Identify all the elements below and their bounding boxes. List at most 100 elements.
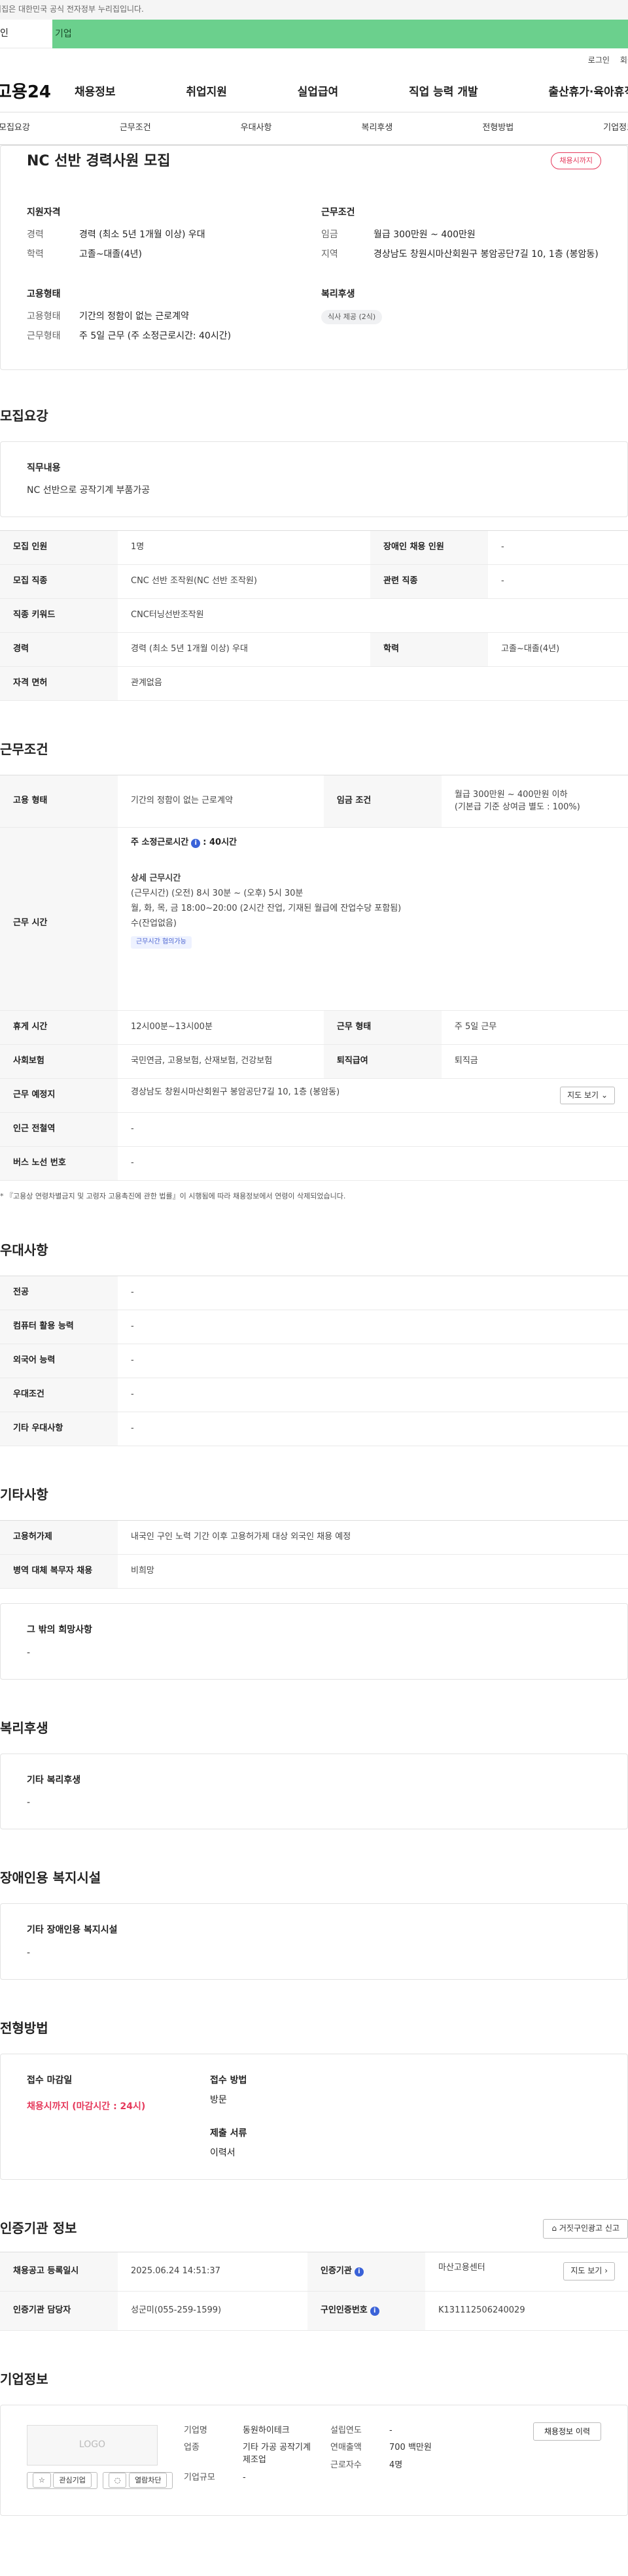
table-row: 직종 키워드 CNC터닝선반조작원 bbox=[0, 598, 628, 634]
utility-links: 로그인 회원 bbox=[0, 48, 628, 73]
age-footnote: * 『고용상 연령차별금지 및 고령자 고용촉진에 관한 법률』이 시행됨에 따… bbox=[0, 1192, 346, 1201]
report-fake-ad-button[interactable]: ⌂ 거짓구인광고 신고 bbox=[543, 2219, 628, 2239]
gnb-item-skills[interactable]: 직업 능력 개발 bbox=[409, 84, 478, 101]
detail-hours-line: 월, 화, 목, 금 18:00~20:00 (2시간 잔업, 기재된 월급에 … bbox=[131, 903, 402, 913]
gnb-item-jobs[interactable]: 채용정보 bbox=[75, 84, 116, 101]
etc-section-title: 기타사항 bbox=[0, 1487, 48, 1503]
map-view-label: 지도 보기 bbox=[567, 1091, 599, 1100]
info-icon[interactable]: i bbox=[354, 2267, 364, 2277]
block-view-button[interactable]: ◌ 열람차단 bbox=[102, 2471, 173, 2489]
computer-skill-value: - bbox=[118, 1310, 628, 1345]
summary-conditions: 근무조건 임금 월급 300만원 ~ 400만원 지역 경상남도 창원시마산회원구 … bbox=[321, 206, 601, 268]
education-value: 고졸~대졸(4년) bbox=[79, 249, 142, 260]
area-value: 경상남도 창원시마산회원구 봉암공단7길 10, 1층 (봉암동) bbox=[374, 249, 599, 260]
deadline-value: 채용시까지 (마감시간 : 24시) bbox=[27, 2101, 146, 2112]
duty-text: NC 선반으로 공작기계 부품가공 bbox=[27, 484, 150, 496]
severance-value: 퇴직금 bbox=[441, 1044, 628, 1079]
cert-number-value: K131112506240029 bbox=[425, 2291, 628, 2331]
work-hours-label: 근무 시간 bbox=[0, 827, 118, 1011]
cert-map-button[interactable]: 지도 보기 › bbox=[563, 2262, 615, 2280]
education-label: 학력 bbox=[27, 249, 44, 260]
founded-value: - bbox=[389, 2425, 392, 2435]
career-row-label: 경력 bbox=[0, 632, 118, 668]
education-row-label: 학력 bbox=[370, 632, 489, 668]
severance-label: 퇴직급여 bbox=[323, 1044, 442, 1079]
weekly-hours-label: 주 소정근로시간 bbox=[131, 838, 189, 848]
tab-preferences[interactable]: 우대사항 bbox=[241, 122, 272, 135]
table-row: 인증기관 담당자 성군미(055-259-1599) 구인인증번호 i K1311… bbox=[0, 2291, 628, 2331]
workplace-value: 경상남도 창원시마산회원구 봉암공단7길 10, 1층 (봉암동) bbox=[131, 1087, 340, 1098]
job-summary-card: NC 선반 경력사원 모집 채용시까지 지원자격 경력 경력 (최소 5년 1개월… bbox=[0, 145, 628, 370]
emp-type-value: 기간의 정함이 없는 근로계약 bbox=[118, 775, 324, 828]
tab-enterprise[interactable]: 기업 bbox=[52, 20, 628, 48]
table-row: 버스 노선 번호 - bbox=[0, 1146, 628, 1181]
table-row: 모집 인원 1명 장애인 채용 인원 - bbox=[0, 530, 628, 566]
wage-label: 임금 bbox=[321, 229, 338, 241]
method-value: 방문 bbox=[210, 2095, 227, 2106]
gov-banner: 누리집은 대한민국 공식 전자정부 누리집입니다. bbox=[0, 0, 628, 20]
workplace-label: 근무 예정지 bbox=[0, 1078, 118, 1113]
license-value: 관계없음 bbox=[118, 666, 628, 702]
break-label: 휴게 시간 bbox=[0, 1010, 118, 1045]
company-name-label: 기업명 bbox=[184, 2425, 207, 2435]
favorite-company-button[interactable]: ☆ 관심기업 bbox=[27, 2471, 97, 2489]
table-row: 채용공고 등록일시 2025.06.24 14:51:37 인증기관 i 마산고용… bbox=[0, 2252, 628, 2292]
welfare-section-title: 복리후생 bbox=[0, 1720, 48, 1736]
recruit-history-button[interactable]: 채용정보 이력 bbox=[532, 2422, 601, 2441]
job-category-label: 모집 직종 bbox=[0, 564, 118, 600]
circle-block-icon: ◌ bbox=[108, 2472, 127, 2488]
industry-label: 업종 bbox=[184, 2443, 200, 2453]
table-row: 근무 예정지 경상남도 창원시마산회원구 봉암공단7길 10, 1층 (봉암동)… bbox=[0, 1078, 628, 1113]
tab-welfare[interactable]: 복리후생 bbox=[361, 122, 392, 135]
pref-cond-label: 우대조건 bbox=[0, 1378, 118, 1413]
job-category-value: CNC 선반 조작원(NC 선반 조작원) bbox=[118, 564, 371, 600]
cert-org-value: 마산고용센터 bbox=[438, 2263, 485, 2273]
other-pref-value: - bbox=[118, 1412, 628, 1447]
section-tabs: 모집요강 근무조건 우대사항 복리후생 전형방법 기업정보 bbox=[0, 112, 628, 145]
login-link[interactable]: 로그인 bbox=[588, 55, 610, 66]
tab-individual[interactable]: 인 bbox=[0, 20, 52, 48]
table-row: 경력 경력 (최소 5년 1개월 이상) 우대 학력 고졸~대졸(4년) bbox=[0, 632, 628, 668]
career-row-value: 경력 (최소 5년 1개월 이상) 우대 bbox=[118, 632, 371, 668]
cert-table: 채용공고 등록일시 2025.06.24 14:51:37 인증기관 i 마산고용… bbox=[0, 2251, 628, 2331]
tab-recruit[interactable]: 모집요강 bbox=[0, 122, 30, 135]
apply-box: 접수 마감일 채용시까지 (마감시간 : 24시) 접수 방법 방문 제출 서류… bbox=[0, 2053, 628, 2180]
table-row: 컴퓨터 활용 능력 - bbox=[0, 1310, 628, 1345]
recruit-count-value: 1명 bbox=[118, 530, 371, 566]
wage-bonus-note: (기본급 기준 상여금 별도 : 100%) bbox=[454, 802, 580, 812]
disability-value: - bbox=[27, 1947, 31, 1958]
work-form-label: 근무형태 bbox=[27, 331, 61, 342]
map-view-button[interactable]: 지도 보기 ⌄ bbox=[560, 1087, 615, 1105]
info-icon[interactable]: i bbox=[370, 2306, 379, 2316]
tab-company[interactable]: 기업정보 bbox=[603, 122, 628, 135]
signup-link[interactable]: 회원 bbox=[620, 55, 628, 66]
gnb-item-employment-support[interactable]: 취업지원 bbox=[186, 84, 227, 101]
related-job-label: 관련 직종 bbox=[370, 564, 489, 600]
welfare-heading: 복리후생 bbox=[321, 288, 355, 299]
gnb-item-parental-leave[interactable]: 출산휴가·육아휴직 bbox=[548, 84, 628, 101]
site-logo[interactable]: 고용24 bbox=[0, 80, 75, 105]
welfare-box: 기타 복리후생 - bbox=[0, 1753, 628, 1830]
related-job-value: - bbox=[488, 564, 628, 600]
sales-label: 연매출액 bbox=[330, 2443, 362, 2453]
tab-selection[interactable]: 전형방법 bbox=[482, 122, 514, 135]
reg-date-value: 2025.06.24 14:51:37 bbox=[118, 2252, 307, 2292]
work-form-row-label: 근무 형태 bbox=[323, 1010, 442, 1045]
conditions-heading: 근무조건 bbox=[321, 207, 355, 218]
table-row: 인근 전철역 - bbox=[0, 1112, 628, 1147]
gov-banner-text: 누리집은 대한민국 공식 전자정부 누리집입니다. bbox=[0, 5, 144, 14]
work-section-title: 근무조건 bbox=[0, 741, 48, 758]
tab-work-conditions[interactable]: 근무조건 bbox=[120, 122, 151, 135]
area-label: 지역 bbox=[321, 249, 338, 260]
info-icon[interactable]: i bbox=[191, 839, 201, 849]
pref-table: 전공 - 컴퓨터 활용 능력 - 외국어 능력 - 우대조건 - 기타 우대사항 - bbox=[0, 1276, 628, 1447]
wage-cond-label: 임금 조건 bbox=[323, 775, 442, 828]
block-view-label: 열람차단 bbox=[128, 2472, 167, 2488]
gnb-item-unemployment-benefit[interactable]: 실업급여 bbox=[298, 84, 339, 101]
detail-hours-line: (근무시간) (오전) 8시 30분 ~ (오후) 5시 30분 bbox=[131, 888, 304, 898]
insurance-value: 국민연금, 고용보험, 산재보험, 건강보험 bbox=[118, 1044, 324, 1079]
company-box: LOGO ☆ 관심기업 ◌ 열람차단 기업명 동원하이테크 업종 기타 가공 공작기… bbox=[0, 2404, 628, 2516]
table-row: 외국어 능력 - bbox=[0, 1344, 628, 1379]
duty-box: 직무내용 NC 선반으로 공작기계 부품가공 bbox=[0, 441, 628, 518]
major-label: 전공 bbox=[0, 1276, 118, 1311]
